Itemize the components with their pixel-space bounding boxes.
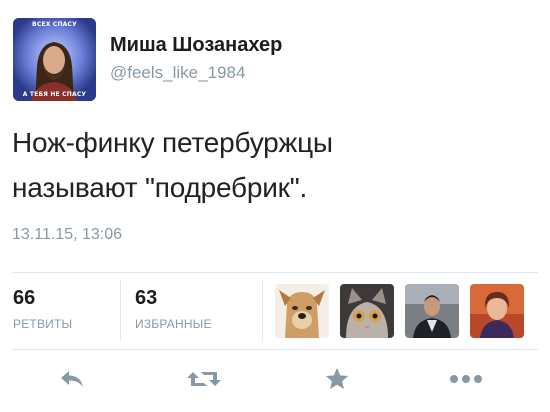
- retweet-label: РЕТВИТЫ: [13, 317, 73, 331]
- divider: [12, 272, 538, 273]
- tweet-text-line: называют "подребрик".: [12, 172, 308, 203]
- avatar-caption-bottom: А ТЕБЯ НЕ СПАСУ: [22, 91, 87, 98]
- favorite-stat[interactable]: 63 ИЗБРАННЫЕ: [135, 287, 212, 331]
- dog-face-image: [275, 284, 329, 338]
- avatar-image: [13, 18, 96, 101]
- favoriter-avatar[interactable]: [405, 284, 459, 338]
- avatar-caption-top: ВСЕХ СПАСУ: [32, 21, 77, 28]
- user-display-name[interactable]: Миша Шозанахер: [110, 34, 282, 57]
- favorite-count: 63: [135, 287, 158, 309]
- tweet-text: Нож-финку петербуржцы называют "подребри…: [12, 120, 532, 210]
- divider: [12, 349, 538, 350]
- favorite-button[interactable]: [317, 361, 357, 397]
- tweet-card: ВСЕХ СПАСУ А ТЕБЯ НЕ СПАСУ Миша Шозанахе…: [0, 0, 550, 412]
- reply-icon: [61, 371, 83, 387]
- user-handle[interactable]: @feels_like_1984: [110, 63, 245, 83]
- more-button[interactable]: [446, 361, 486, 397]
- stat-separator: [120, 280, 121, 341]
- user-avatar[interactable]: ВСЕХ СПАСУ А ТЕБЯ НЕ СПАСУ: [13, 18, 96, 101]
- stat-separator: [262, 280, 263, 341]
- person-face-image: [470, 284, 524, 338]
- favoriter-avatar[interactable]: [340, 284, 394, 338]
- more-icon: [450, 375, 482, 383]
- tweet-timestamp[interactable]: 13.11.15, 13:06: [12, 226, 122, 244]
- retweet-button[interactable]: [184, 361, 224, 397]
- cat-face-image: [340, 284, 394, 338]
- person-face-image: [405, 284, 459, 338]
- retweet-stat[interactable]: 66 РЕТВИТЫ: [13, 287, 72, 331]
- favorite-label: ИЗБРАННЫЕ: [135, 317, 212, 331]
- retweet-icon: [187, 372, 221, 386]
- favoriter-avatar[interactable]: [470, 284, 524, 338]
- tweet-text-line: Нож-финку петербуржцы: [12, 127, 333, 158]
- retweet-count: 66: [13, 287, 36, 309]
- favoriter-avatar[interactable]: [275, 284, 329, 338]
- star-icon: [325, 368, 349, 389]
- reply-button[interactable]: [52, 361, 92, 397]
